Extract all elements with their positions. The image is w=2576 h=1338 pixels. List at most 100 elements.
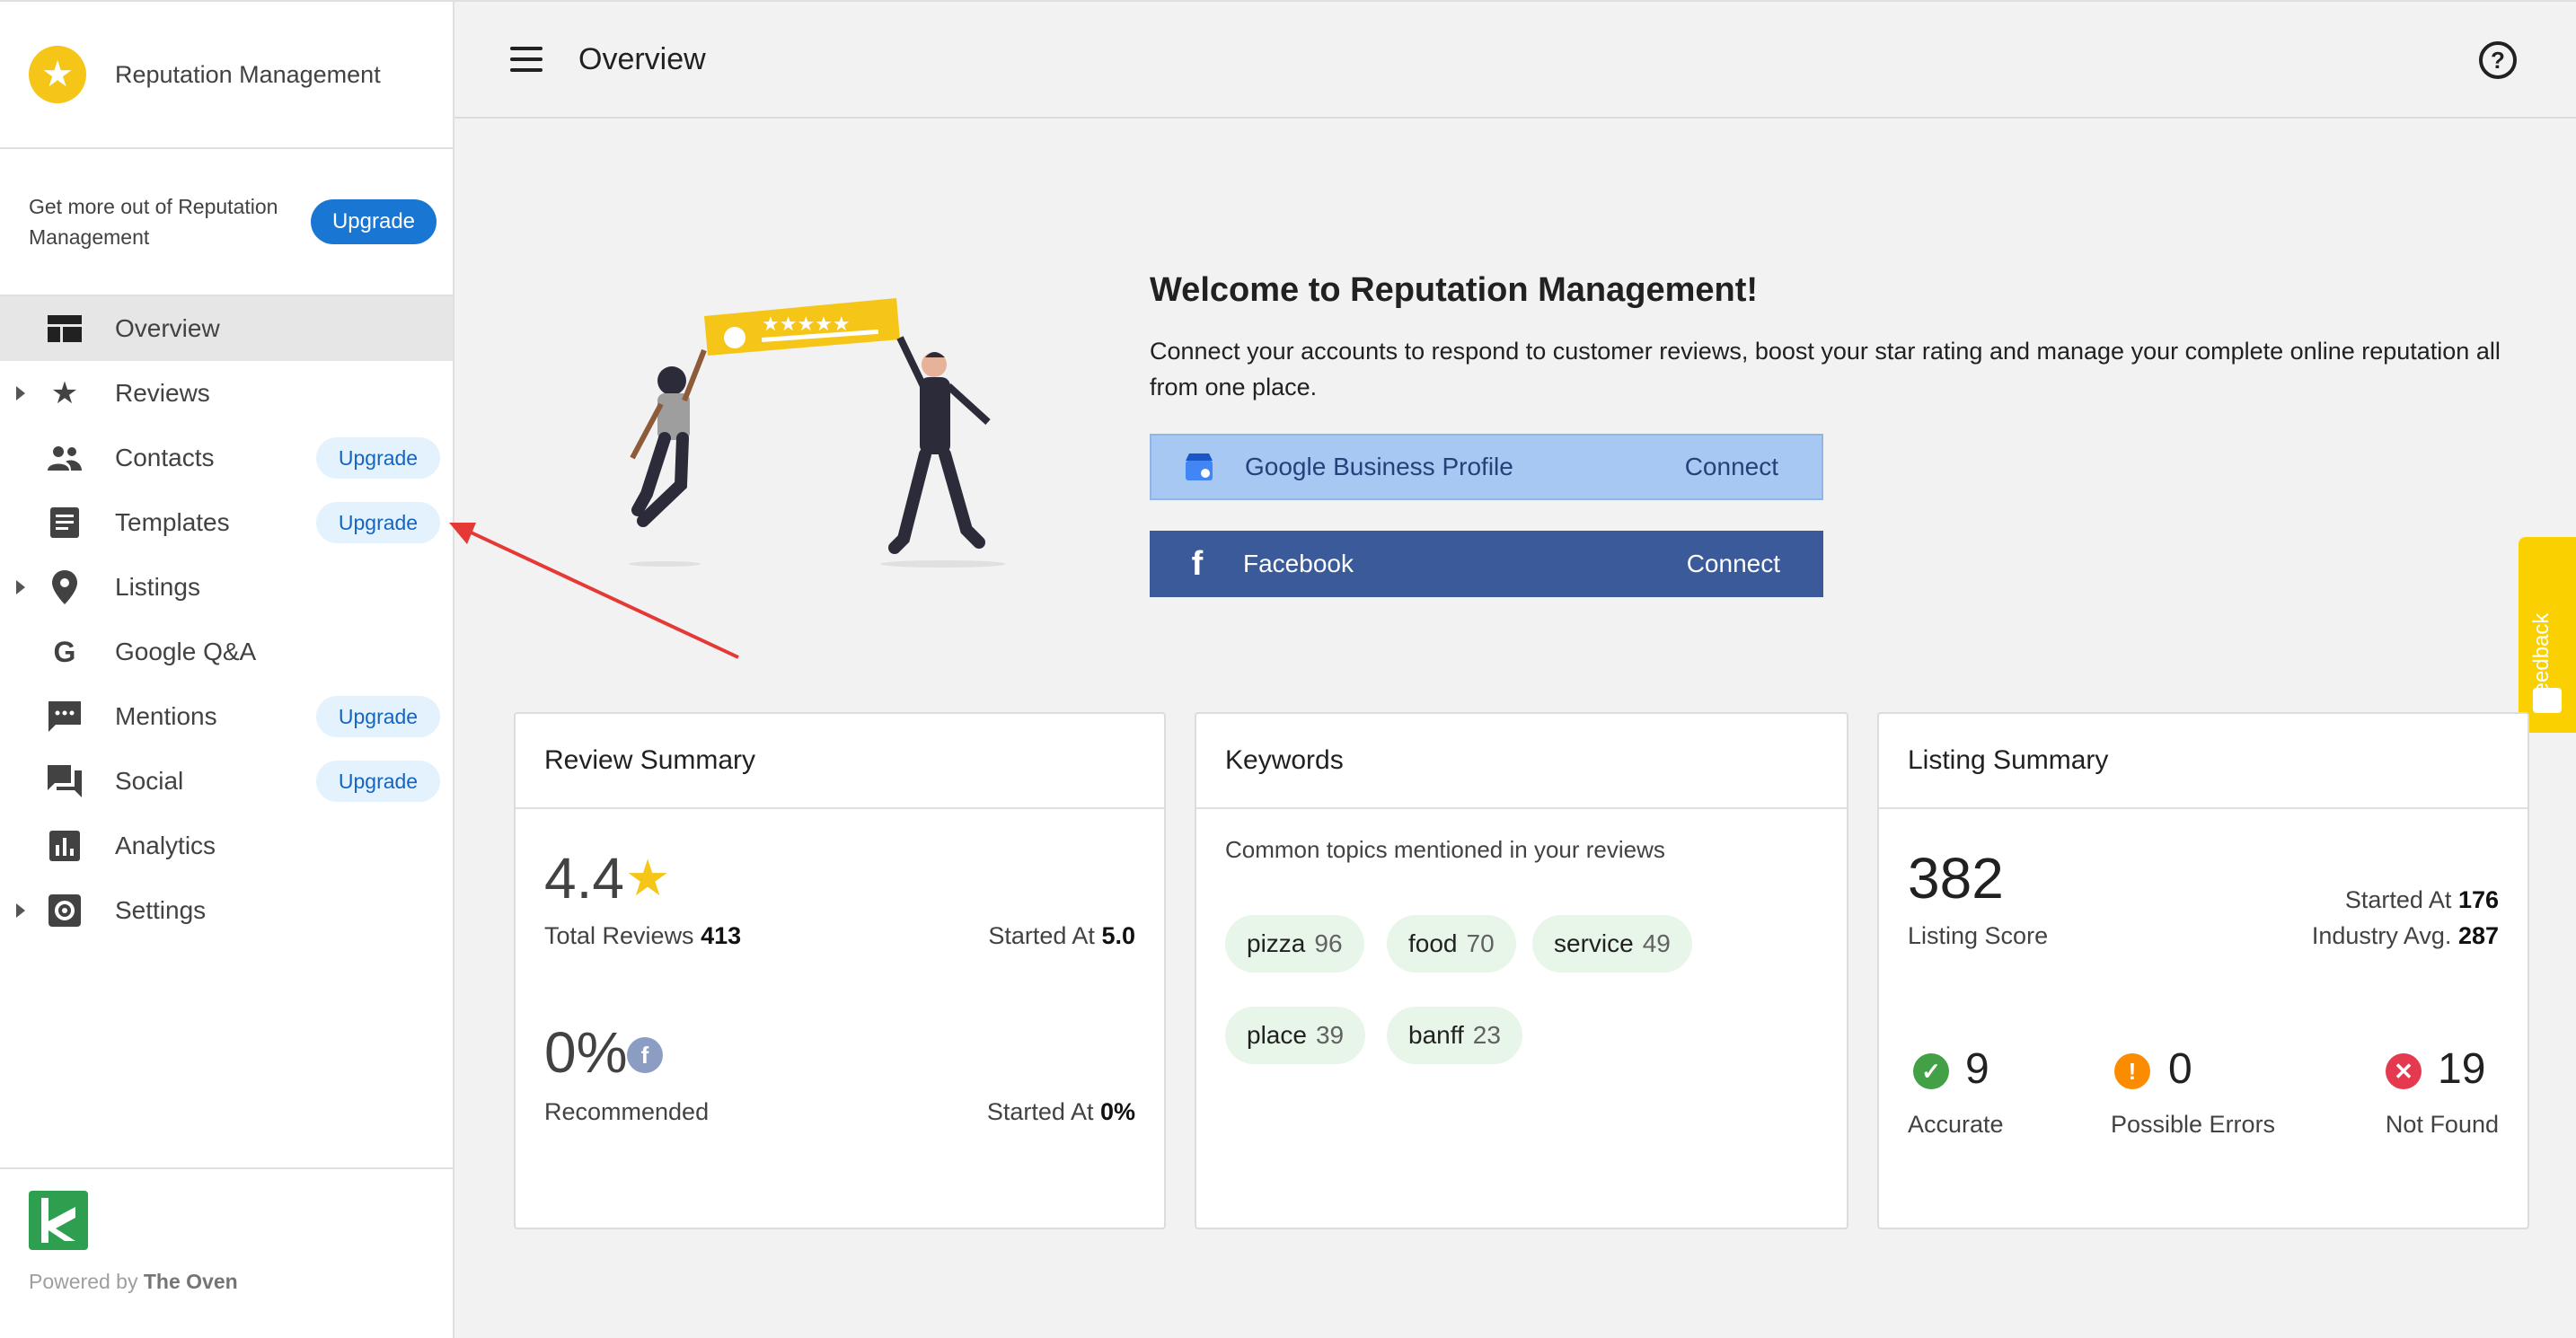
upgrade-button[interactable]: Upgrade <box>311 199 437 244</box>
sidebar-item-contacts[interactable]: Contacts Upgrade <box>0 426 453 490</box>
keyword-word: place <box>1247 1021 1307 1049</box>
keyword-count: 23 <box>1472 1021 1501 1049</box>
started-at-label: Started At <box>2344 886 2452 913</box>
keyword-chip[interactable]: service 49 <box>1532 915 1692 973</box>
bar-chart-icon <box>47 828 83 864</box>
listing-score-value: 382 <box>1908 846 2004 911</box>
welcome-illustration: ★★★★★ <box>629 298 1006 568</box>
accurate-count: 9 <box>1965 1045 1989 1093</box>
sidebar-item-social[interactable]: Social Upgrade <box>0 749 453 814</box>
brand-header: ★ Reputation Management <box>0 0 453 149</box>
sidebar-item-label: Social <box>115 767 184 795</box>
sidebar-item-label: Templates <box>115 508 230 536</box>
sidebar-item-label: Mentions <box>115 702 217 730</box>
rating-started-at: Started At 5.0 <box>988 922 1135 950</box>
industry-avg-value: 287 <box>2457 922 2499 949</box>
sidebar: ★ Reputation Management Get more out of … <box>0 0 454 1338</box>
sidebar-item-label: Settings <box>115 896 207 924</box>
google-icon: G <box>53 635 76 668</box>
welcome-text: Connect your accounts to respond to cust… <box>1150 338 2501 401</box>
card-title: Keywords <box>1196 714 1847 809</box>
review-summary-card: Review Summary 4.4 ★ Total Reviews 413 S… <box>514 712 1166 1229</box>
facebook-connect-button[interactable]: Connect <box>1687 550 1780 578</box>
started-at-value: 0% <box>1099 1098 1135 1125</box>
sidebar-item-google-qa[interactable]: G Google Q&A <box>0 620 453 684</box>
facebook-icon: f <box>1191 544 1204 583</box>
sidebar-item-overview[interactable]: Overview <box>0 296 453 361</box>
keyword-word: banff <box>1408 1021 1464 1049</box>
warning-circle-icon: ! <box>2114 1053 2150 1089</box>
keyword-word: food <box>1408 929 1458 957</box>
welcome-section: Welcome to Reputation Management! Connec… <box>1150 271 2533 405</box>
keyword-count: 49 <box>1642 929 1671 957</box>
card-title: Review Summary <box>516 714 1164 809</box>
possible-errors-count: 0 <box>2168 1045 2192 1093</box>
accurate-label: Accurate <box>1908 1111 2004 1138</box>
recommended-value: 0% <box>544 1020 628 1085</box>
help-icon[interactable]: ? <box>2479 41 2517 79</box>
sidebar-item-analytics[interactable]: Analytics <box>0 814 453 878</box>
keyword-chip[interactable]: place 39 <box>1225 1007 1366 1064</box>
expand-caret-icon[interactable] <box>16 386 25 401</box>
started-at-value: 5.0 <box>1101 922 1135 949</box>
keyword-chip[interactable]: banff 23 <box>1387 1007 1522 1064</box>
industry-avg-label: Industry Avg. <box>2311 922 2452 949</box>
sidebar-item-label: Reviews <box>115 379 210 407</box>
the-oven-logo-icon <box>29 1191 88 1250</box>
total-reviews-label: Total Reviews <box>544 922 694 949</box>
upgrade-promo: Get more out of Reputation Management Up… <box>0 149 453 296</box>
not-found-label: Not Found <box>2385 1111 2499 1138</box>
sidebar-item-label: Overview <box>115 314 220 342</box>
chat-bubble-icon <box>47 699 83 735</box>
sidebar-item-listings[interactable]: Listings <box>0 555 453 620</box>
upgrade-badge[interactable]: Upgrade <box>316 437 440 479</box>
upgrade-badge[interactable]: Upgrade <box>316 696 440 737</box>
sidebar-item-reviews[interactable]: ★ Reviews <box>0 361 453 426</box>
card-title: Listing Summary <box>1879 714 2527 809</box>
industry-average: Industry Avg. 287 <box>2312 922 2499 950</box>
star-logo-icon: ★ <box>29 46 86 103</box>
facebook-connect[interactable]: f Facebook Connect <box>1150 531 1823 597</box>
not-found-count: 19 <box>2438 1045 2486 1093</box>
expand-caret-icon[interactable] <box>16 903 25 918</box>
page-title: Overview <box>578 41 706 76</box>
started-at-label: Started At <box>986 1098 1094 1125</box>
brand-name: Reputation Management <box>115 60 381 88</box>
google-business-icon <box>1184 452 1214 482</box>
sidebar-item-label: Contacts <box>115 444 215 471</box>
listing-summary-card: Listing Summary 382 Listing Score Starte… <box>1877 712 2529 1229</box>
powered-by-text: Powered by The Oven <box>29 1270 424 1294</box>
upgrade-badge[interactable]: Upgrade <box>316 502 440 543</box>
gear-icon <box>47 893 83 929</box>
powered-by-prefix: Powered by <box>29 1270 138 1293</box>
sidebar-item-mentions[interactable]: Mentions Upgrade <box>0 684 453 749</box>
feedback-smile-icon <box>2533 688 2562 713</box>
listing-started-at: Started At 176 <box>2345 886 2499 914</box>
powered-by-brand: The Oven <box>143 1270 238 1293</box>
promo-text: Get more out of Reputation Management <box>29 195 278 249</box>
keyword-count: 96 <box>1314 929 1343 957</box>
hamburger-menu-icon[interactable] <box>510 47 543 72</box>
keyword-chip[interactable]: pizza 96 <box>1225 915 1364 973</box>
upgrade-badge[interactable]: Upgrade <box>316 761 440 802</box>
google-connect-button[interactable]: Connect <box>1685 453 1778 481</box>
sidebar-item-settings[interactable]: Settings <box>0 878 453 943</box>
welcome-title: Welcome to Reputation Management! <box>1150 271 1759 309</box>
forum-icon <box>47 763 83 799</box>
top-header: Overview ? <box>454 0 2576 119</box>
keyword-word: service <box>1554 929 1634 957</box>
keyword-chip[interactable]: food 70 <box>1387 915 1516 973</box>
feedback-tab[interactable]: Feedback <box>2519 537 2576 733</box>
sidebar-item-templates[interactable]: Templates Upgrade <box>0 490 453 555</box>
recommended-label: Recommended <box>544 1098 710 1125</box>
expand-caret-icon[interactable] <box>16 580 25 594</box>
total-reviews: Total Reviews 413 <box>544 922 741 950</box>
started-at-value: 176 <box>2457 886 2499 913</box>
google-business-profile-connect[interactable]: Google Business Profile Connect <box>1150 434 1823 500</box>
dashboard-icon <box>47 311 83 347</box>
started-at-label: Started At <box>988 922 1095 949</box>
listing-score-label: Listing Score <box>1908 922 2049 949</box>
rating-value: 4.4 <box>544 846 624 911</box>
possible-errors-label: Possible Errors <box>2111 1111 2276 1138</box>
document-icon <box>47 505 83 541</box>
